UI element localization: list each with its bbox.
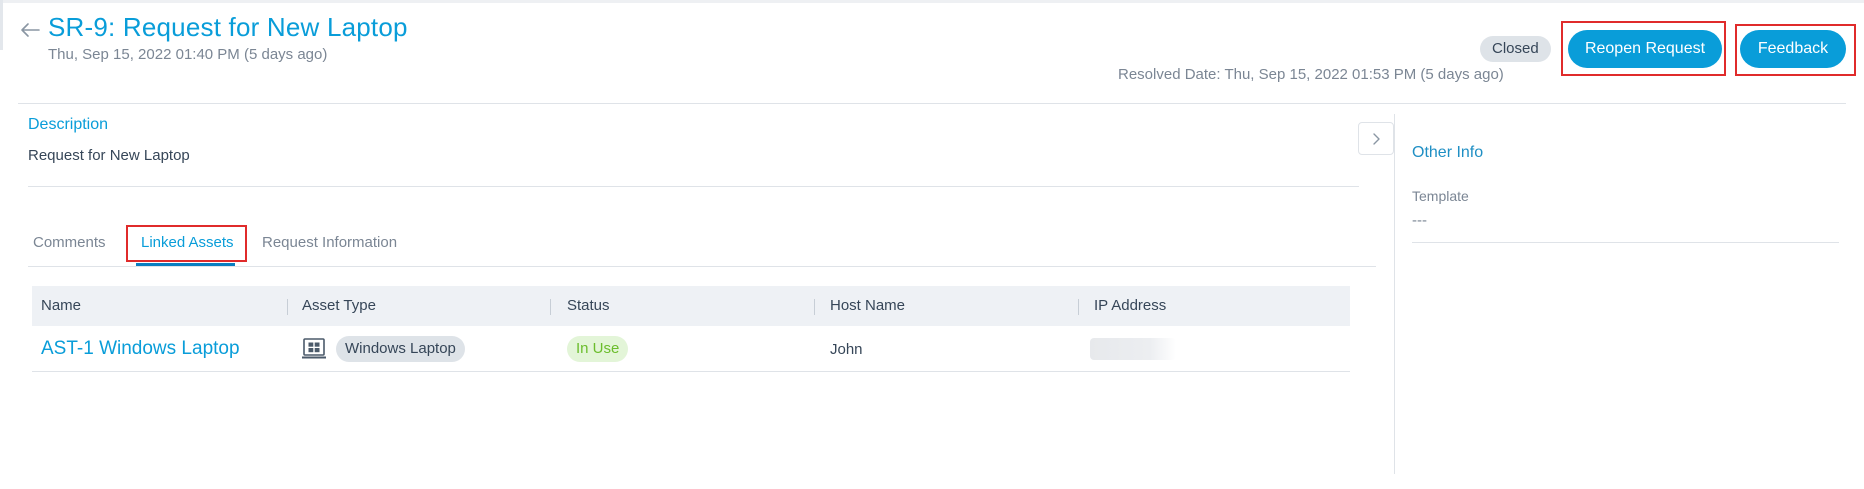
status-badge: Closed xyxy=(1480,36,1551,62)
description-label: Description xyxy=(28,116,109,133)
header-divider xyxy=(18,103,1846,104)
asset-name-link[interactable]: AST-1 Windows Laptop xyxy=(41,338,240,360)
page-title: SR-9: Request for New Laptop xyxy=(48,12,408,42)
arrow-left-icon[interactable] xyxy=(18,18,42,42)
top-border xyxy=(0,0,1864,3)
template-value: --- xyxy=(1412,212,1427,229)
chevron-right-icon xyxy=(1373,132,1380,145)
linked-assets-table: Name Asset Type Status Host Name IP Addr… xyxy=(32,286,1350,372)
left-accent xyxy=(0,0,3,50)
linked-assets-highlight-box xyxy=(126,225,247,262)
tab-request-information[interactable]: Request Information xyxy=(262,234,397,251)
collapse-sidebar-button[interactable] xyxy=(1358,122,1394,155)
table-header: Name Asset Type Status Host Name IP Addr… xyxy=(32,286,1350,326)
asset-type-pill: Windows Laptop xyxy=(336,336,465,362)
column-header-host-name[interactable]: Host Name xyxy=(830,297,905,314)
resolved-date: Resolved Date: Thu, Sep 15, 2022 01:53 P… xyxy=(1118,66,1504,83)
host-name-value: John xyxy=(830,340,863,358)
column-header-status[interactable]: Status xyxy=(567,297,610,314)
column-separator xyxy=(1078,299,1079,315)
other-info-title: Other Info xyxy=(1412,144,1484,161)
asset-status-pill: In Use xyxy=(567,336,629,362)
reopen-request-button[interactable]: Reopen Request xyxy=(1568,30,1722,68)
template-label: Template xyxy=(1412,188,1469,204)
ip-address-redacted xyxy=(1090,338,1176,360)
column-header-name[interactable]: Name xyxy=(41,297,81,314)
sidebar-field-divider xyxy=(1412,242,1839,243)
column-separator xyxy=(287,299,288,315)
description-text: Request for New Laptop xyxy=(28,147,190,164)
feedback-button[interactable]: Feedback xyxy=(1740,30,1846,68)
sidebar-divider xyxy=(1394,114,1395,474)
column-separator xyxy=(814,299,815,315)
active-tab-indicator xyxy=(136,263,235,266)
column-separator xyxy=(550,299,551,315)
column-header-asset-type[interactable]: Asset Type xyxy=(302,297,376,314)
table-row: AST-1 Windows Laptop Windows Laptop In U… xyxy=(32,326,1350,372)
tab-comments[interactable]: Comments xyxy=(33,234,106,251)
description-divider xyxy=(28,186,1359,187)
created-date: Thu, Sep 15, 2022 01:40 PM (5 days ago) xyxy=(48,46,328,63)
windows-laptop-icon xyxy=(302,338,326,360)
column-header-ip-address[interactable]: IP Address xyxy=(1094,297,1166,314)
